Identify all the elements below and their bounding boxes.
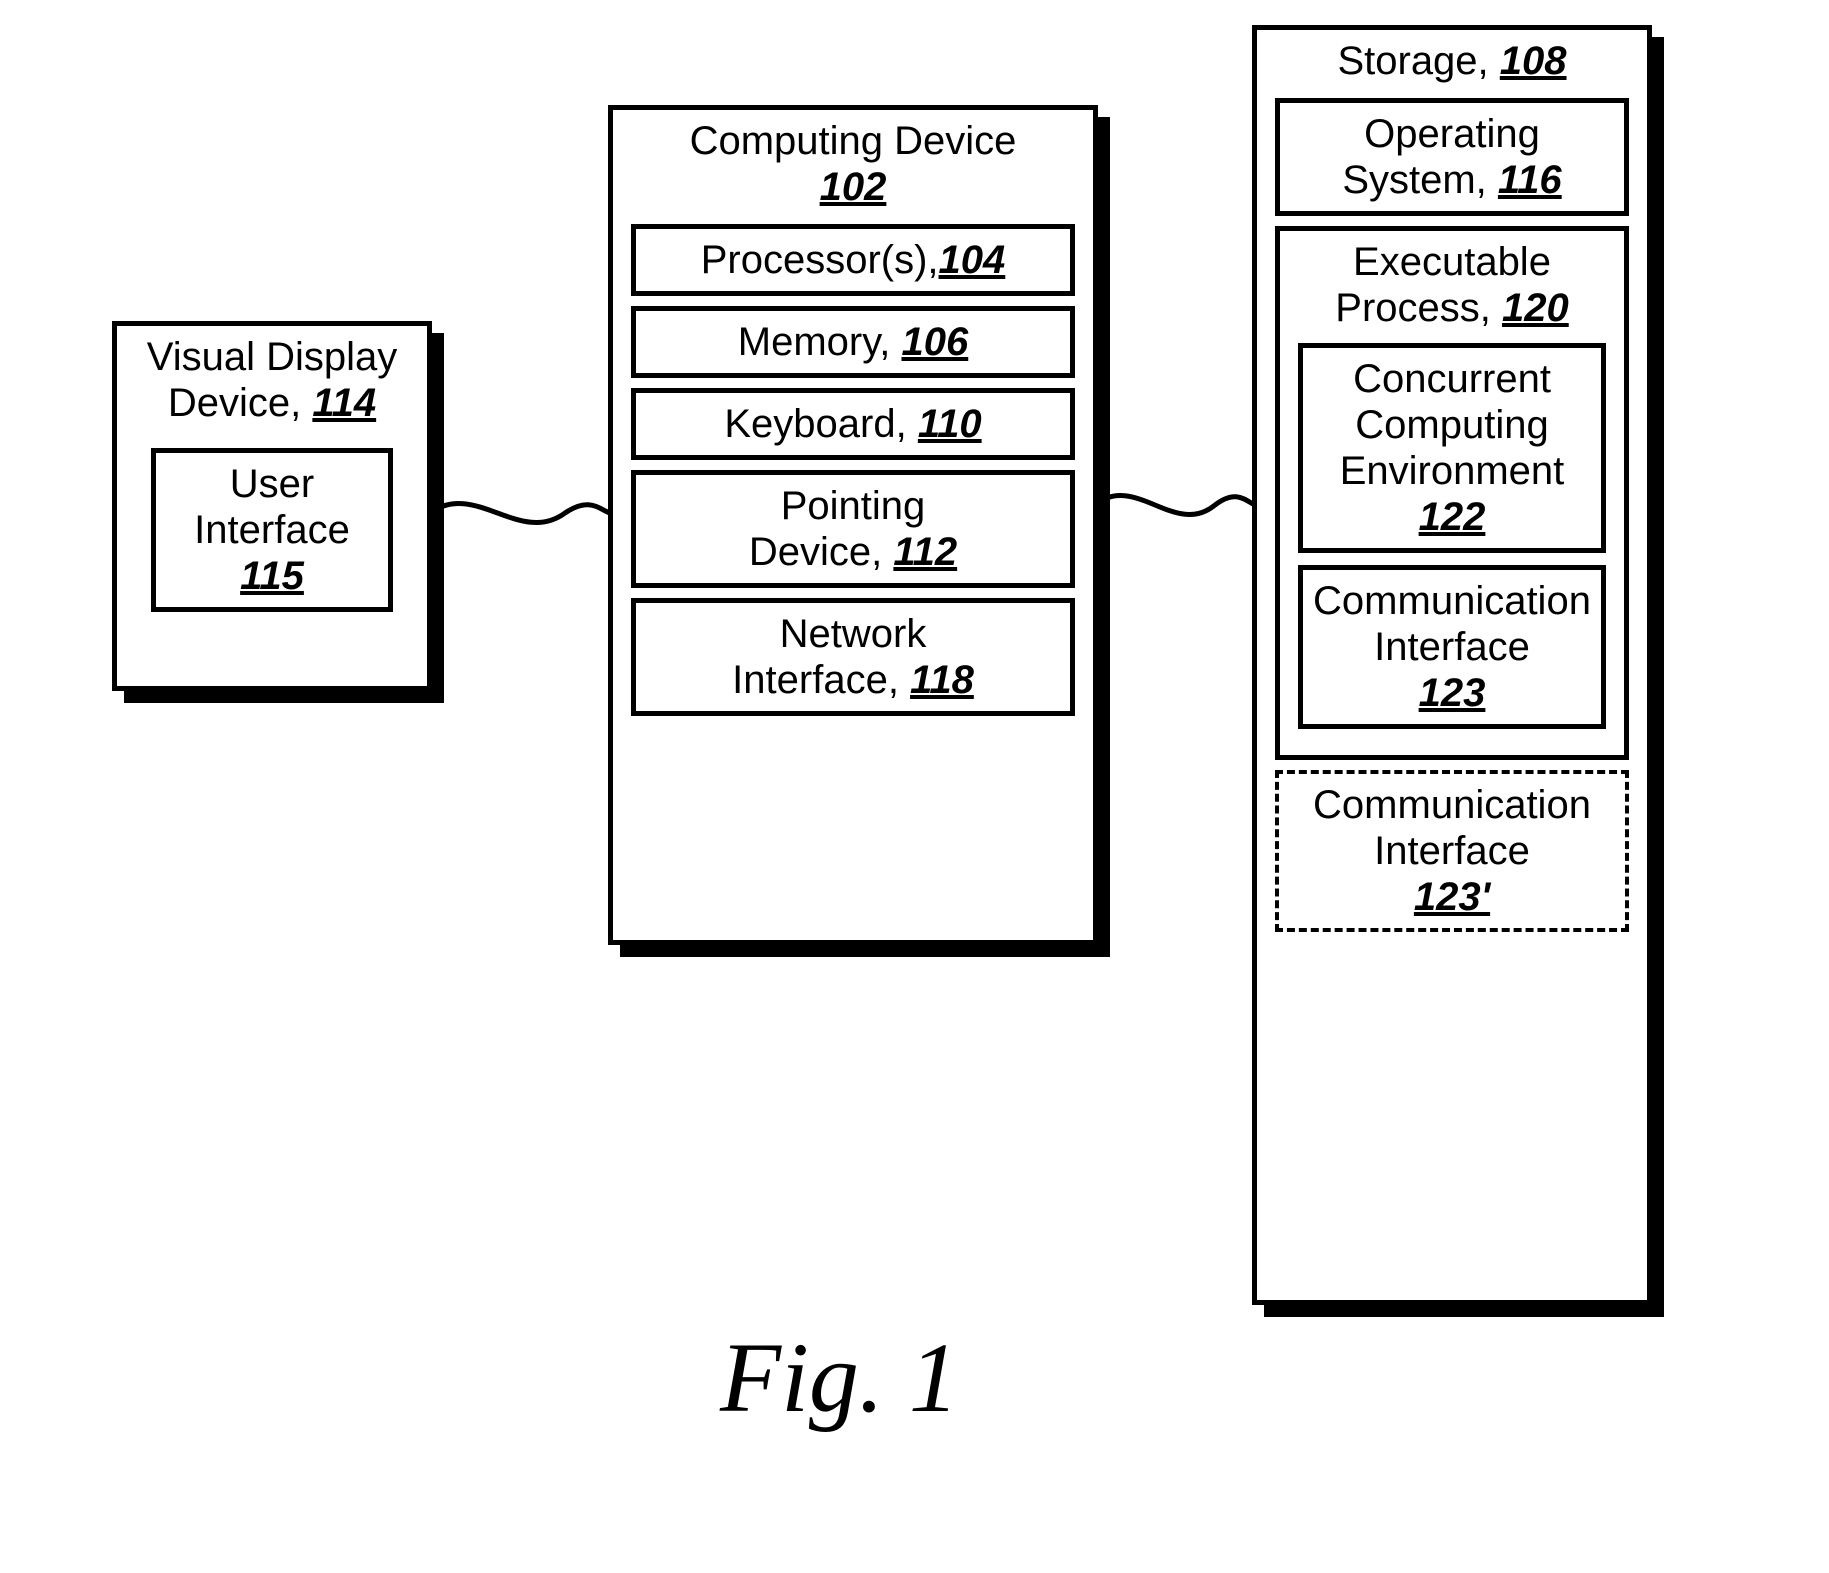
pointing-ref: 112 bbox=[893, 530, 957, 574]
ui-box: User Interface 115 bbox=[151, 448, 393, 612]
pointing-line2: Device, bbox=[749, 530, 894, 574]
exec-ref: 120 bbox=[1502, 286, 1569, 330]
storage-ref: 108 bbox=[1500, 39, 1567, 83]
memory-label: Memory, bbox=[738, 320, 902, 364]
memory-ref: 106 bbox=[901, 320, 968, 364]
os-line2: System, bbox=[1342, 158, 1498, 202]
display-title-line1: Visual Display bbox=[147, 335, 398, 379]
pointing-line1: Pointing bbox=[781, 484, 926, 528]
network-line2: Interface, bbox=[732, 658, 910, 702]
exec-line1: Executable bbox=[1353, 240, 1551, 284]
network-box: Network Interface, 118 bbox=[631, 598, 1075, 716]
exec-box: Executable Process, 120 Concurrent Compu… bbox=[1275, 226, 1629, 760]
computing-title: Computing Device 102 bbox=[613, 110, 1093, 214]
computing-box: Computing Device 102 Processor(s),104 Me… bbox=[608, 105, 1098, 945]
network-line1: Network bbox=[780, 612, 927, 656]
cce-line3: Environment bbox=[1340, 449, 1565, 493]
keyboard-box: Keyboard, 110 bbox=[631, 388, 1075, 460]
processor-box: Processor(s),104 bbox=[631, 224, 1075, 296]
storage-title: Storage, 108 bbox=[1257, 30, 1647, 88]
computing-title-line1: Computing Device bbox=[690, 119, 1017, 163]
storage-title-label: Storage, bbox=[1337, 39, 1499, 83]
cce-ref: 122 bbox=[1419, 495, 1486, 539]
comm-alt-line2: Interface bbox=[1374, 829, 1530, 873]
keyboard-label: Keyboard, bbox=[724, 402, 917, 446]
os-box: Operating System, 116 bbox=[1275, 98, 1629, 216]
display-title: Visual Display Device, 114 bbox=[117, 326, 427, 430]
comm-alt-box: Communication Interface 123' bbox=[1275, 770, 1629, 932]
comm-line2: Interface bbox=[1374, 625, 1530, 669]
display-box: Visual Display Device, 114 User Interfac… bbox=[112, 321, 432, 691]
ui-line1: User bbox=[230, 462, 314, 506]
ui-line2: Interface bbox=[194, 508, 350, 552]
figure-label: Fig. 1 bbox=[720, 1320, 959, 1435]
pointing-box: Pointing Device, 112 bbox=[631, 470, 1075, 588]
storage-box: Storage, 108 Operating System, 116 Execu… bbox=[1252, 25, 1652, 1305]
keyboard-ref: 110 bbox=[918, 402, 982, 446]
processor-label: Processor(s), bbox=[701, 238, 939, 282]
cce-line2: Computing bbox=[1355, 403, 1548, 447]
comm-box: Communication Interface 123 bbox=[1298, 565, 1606, 729]
network-ref: 118 bbox=[910, 658, 974, 702]
cce-box: Concurrent Computing Environment 122 bbox=[1298, 343, 1606, 553]
comm-alt-line1: Communication bbox=[1313, 783, 1591, 827]
processor-ref: 104 bbox=[939, 238, 1006, 282]
comm-line1: Communication bbox=[1313, 579, 1591, 623]
comm-ref: 123 bbox=[1419, 671, 1486, 715]
comm-alt-ref: 123' bbox=[1414, 875, 1490, 919]
connector-display-to-computing bbox=[430, 488, 610, 548]
ui-ref: 115 bbox=[240, 554, 304, 598]
cce-line1: Concurrent bbox=[1353, 357, 1551, 401]
os-line1: Operating bbox=[1364, 112, 1540, 156]
exec-line2: Process, bbox=[1335, 286, 1502, 330]
display-ref: 114 bbox=[312, 381, 376, 425]
display-title-line2: Device, bbox=[168, 381, 313, 425]
memory-box: Memory, 106 bbox=[631, 306, 1075, 378]
computing-ref: 102 bbox=[820, 165, 887, 209]
os-ref: 116 bbox=[1498, 158, 1562, 202]
connector-computing-to-storage bbox=[1095, 480, 1255, 540]
